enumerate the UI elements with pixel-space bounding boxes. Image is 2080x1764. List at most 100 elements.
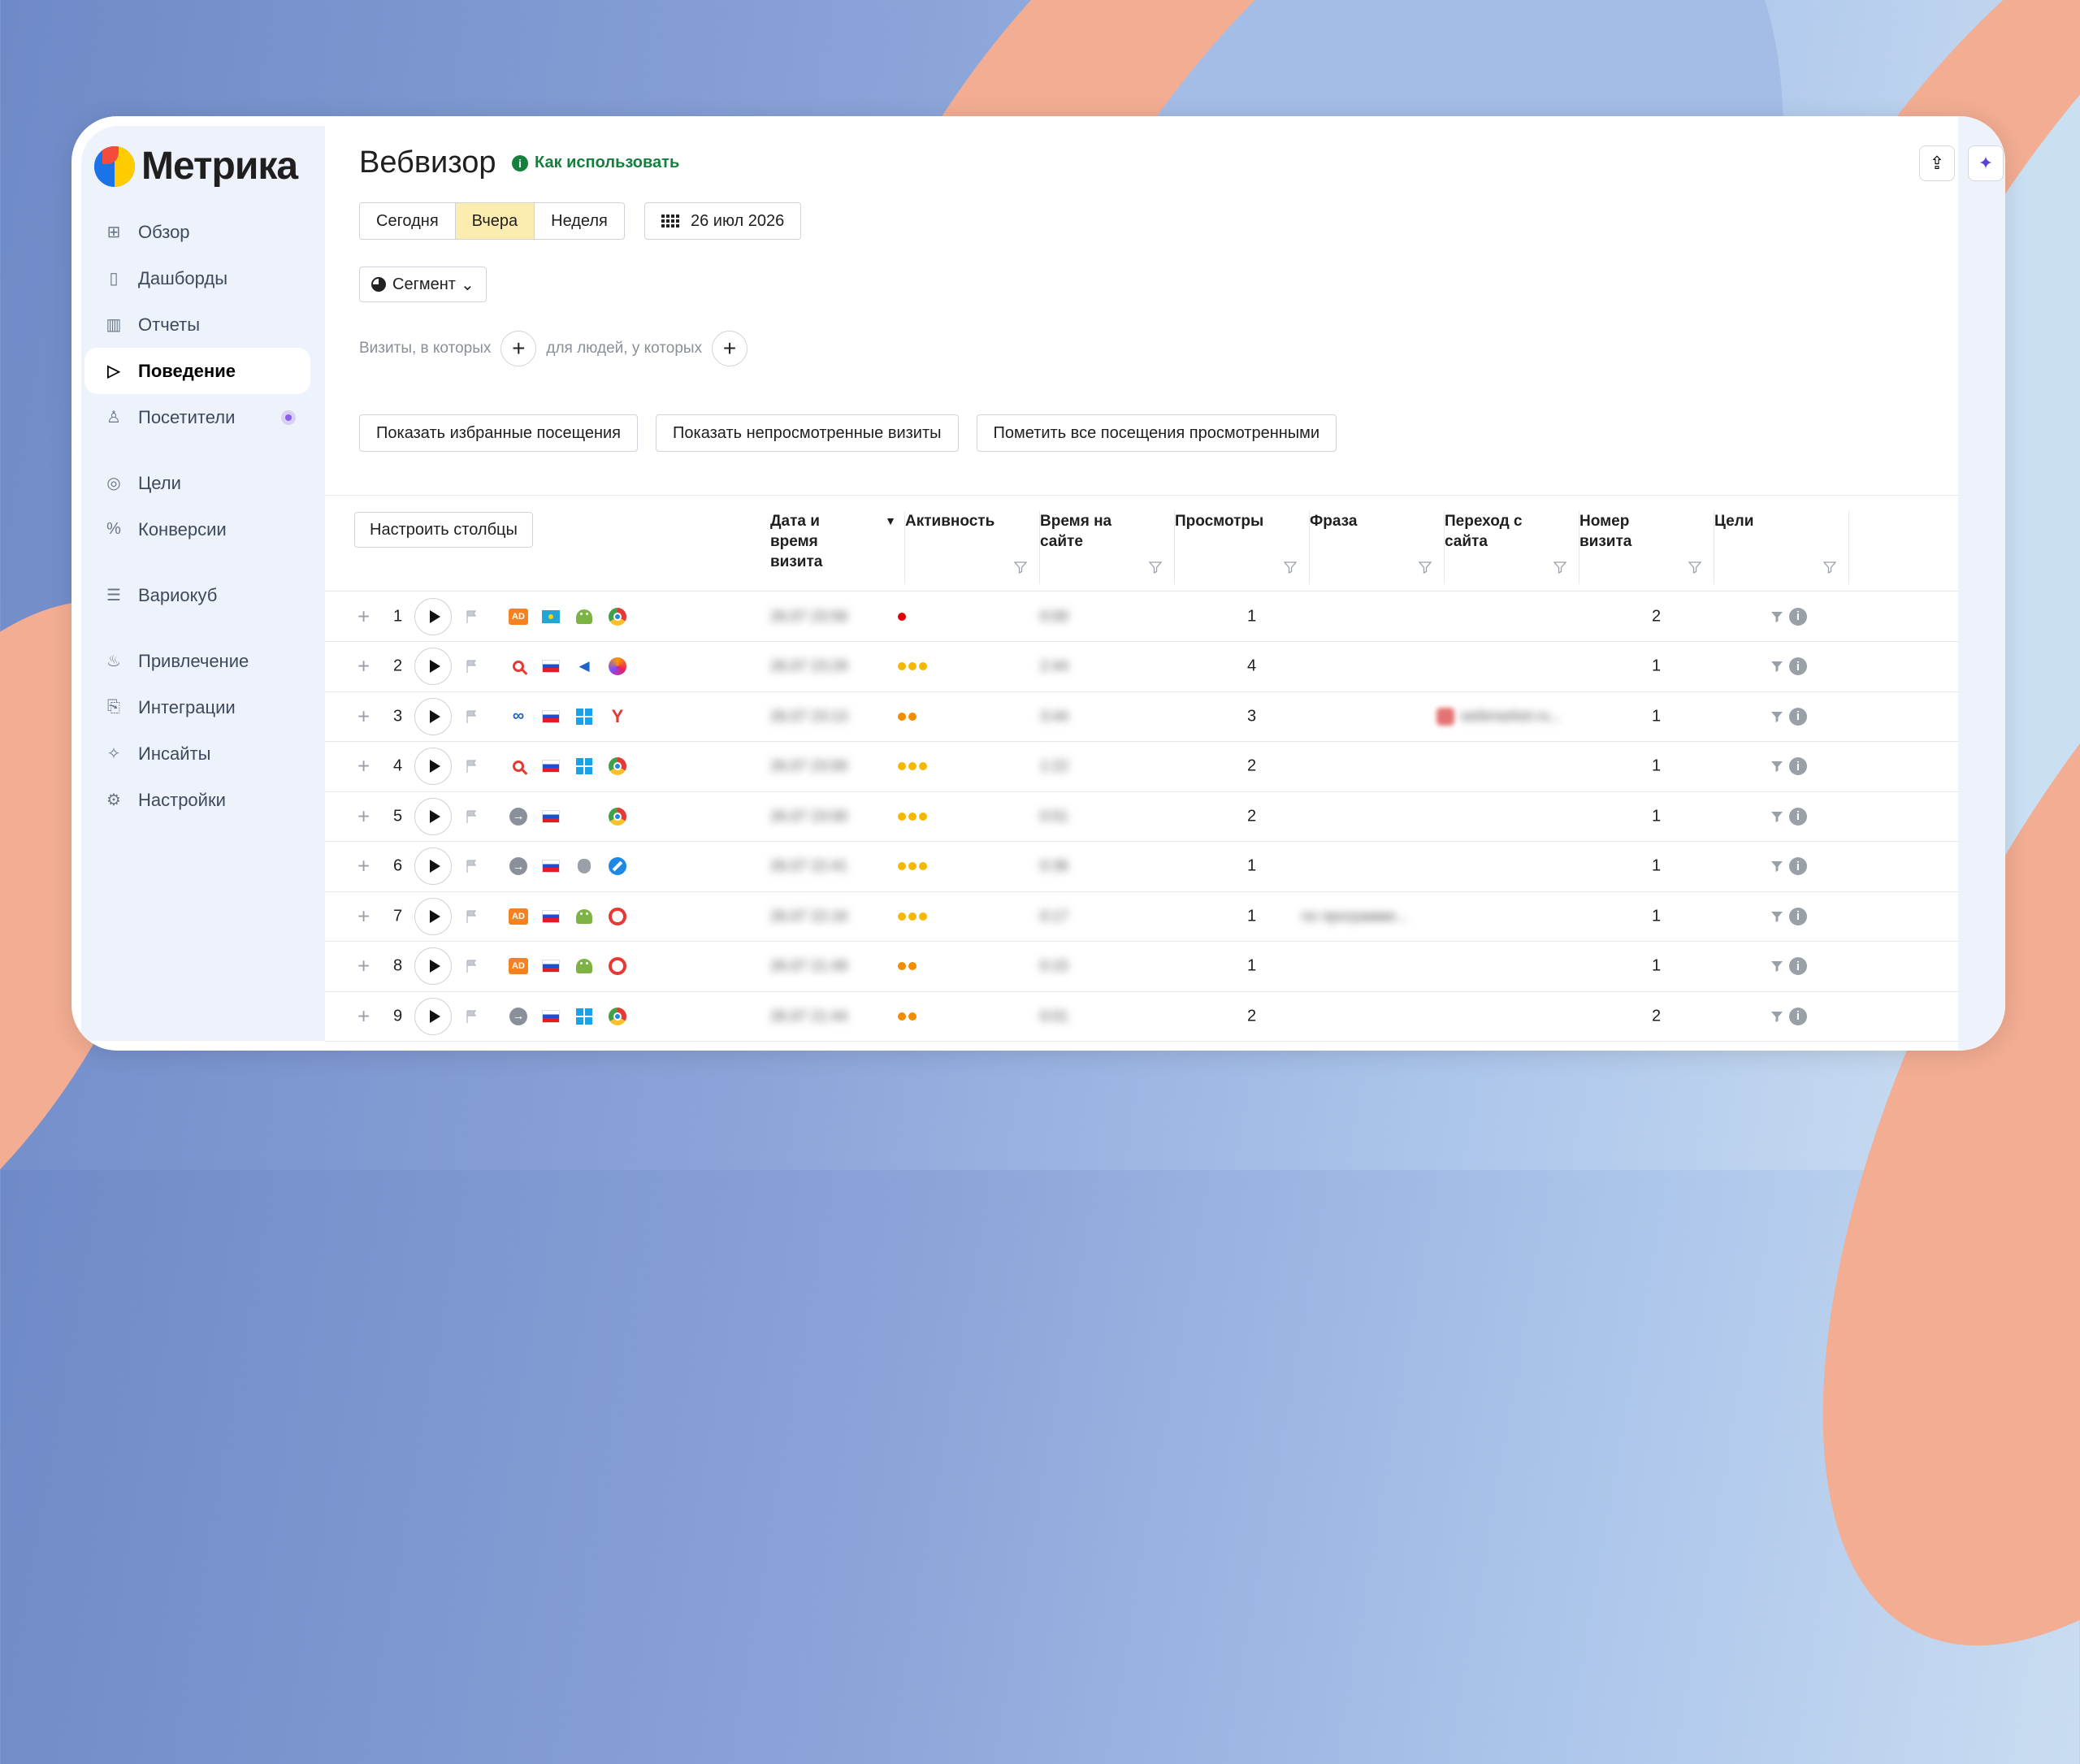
table-row[interactable]: +8 AD 26.07 21:49 0:15 1 1 i — [325, 942, 1958, 992]
row-info-icon[interactable]: i — [1789, 1007, 1807, 1025]
share-button[interactable]: ⇪ — [1919, 145, 1955, 181]
segment-button[interactable]: Сегмент ⌄ — [359, 267, 487, 302]
row-info-icon[interactable]: i — [1789, 907, 1807, 925]
expand-row-button[interactable]: + — [358, 704, 370, 729]
expand-row-button[interactable]: + — [358, 854, 370, 879]
flag-icon[interactable] — [465, 959, 478, 973]
row-info-icon[interactable]: i — [1789, 607, 1807, 626]
row-info-icon[interactable]: i — [1789, 857, 1807, 875]
sidebar-item[interactable]: ♨ Привлечение — [84, 638, 310, 684]
expand-row-button[interactable]: + — [358, 804, 370, 829]
flag-icon[interactable] — [465, 659, 478, 674]
logo[interactable]: Метрика — [94, 144, 298, 189]
play-recording-button[interactable] — [414, 748, 452, 785]
flag-icon[interactable] — [465, 1009, 478, 1024]
period-tab[interactable]: Сегодня — [360, 203, 456, 239]
sidebar-item[interactable]: ⎘ Интеграции — [84, 684, 310, 730]
filter-icon[interactable] — [1418, 560, 1432, 574]
play-recording-button[interactable] — [414, 597, 452, 635]
column-header[interactable]: Активность — [905, 511, 1040, 584]
table-row[interactable]: +7 AD 26.07 22:16 0:17 1 по программе... 1 i — [325, 891, 1958, 942]
filter-icon[interactable] — [1688, 560, 1702, 574]
play-recording-button[interactable] — [414, 797, 452, 835]
funnel-icon[interactable] — [1770, 959, 1784, 973]
expand-row-button[interactable]: + — [358, 1003, 370, 1029]
add-people-condition-button[interactable]: + — [712, 331, 748, 366]
expand-row-button[interactable]: + — [358, 754, 370, 779]
sidebar-item[interactable]: ✧ Инсайты — [84, 730, 310, 777]
flag-icon[interactable] — [465, 759, 478, 774]
flag-icon[interactable] — [465, 609, 478, 624]
play-recording-button[interactable] — [414, 997, 452, 1035]
play-recording-button[interactable] — [414, 697, 452, 735]
pie-icon — [371, 277, 386, 292]
column-header[interactable]: Фраза — [1310, 511, 1445, 584]
funnel-icon[interactable] — [1770, 1009, 1784, 1024]
funnel-icon[interactable] — [1770, 709, 1784, 724]
table-row[interactable]: +3 ∞ Y 26.07 23:13 3:44 3 webmarket.ru... 1 i — [325, 691, 1958, 742]
pageviews-count: 2 — [1247, 756, 1257, 775]
row-info-icon[interactable]: i — [1789, 707, 1807, 726]
funnel-icon[interactable] — [1770, 859, 1784, 873]
column-header[interactable]: Просмотры — [1175, 511, 1310, 584]
table-row[interactable]: +1 AD 26.07 23:56 0:00 1 2 i — [325, 592, 1958, 642]
sidebar-item[interactable]: ▥ Отчеты — [84, 301, 310, 348]
flag-icon[interactable] — [465, 809, 478, 824]
column-header[interactable]: Дата и время визита ▼ — [770, 511, 905, 584]
filter-icon[interactable] — [1553, 560, 1567, 574]
play-recording-button[interactable] — [414, 897, 452, 935]
flag-icon[interactable] — [465, 709, 478, 724]
referrer-cell[interactable]: webmarket.ru... — [1436, 707, 1562, 726]
show-favorites-button[interactable]: Показать избранные посещения — [359, 414, 639, 452]
sidebar-item[interactable]: ⊞ Обзор — [84, 209, 310, 255]
funnel-icon[interactable] — [1770, 759, 1784, 774]
funnel-icon[interactable] — [1770, 809, 1784, 824]
flag-icon[interactable] — [465, 859, 478, 873]
play-recording-button[interactable] — [414, 847, 452, 885]
funnel-icon[interactable] — [1770, 659, 1784, 674]
sidebar-item[interactable]: ☰ Вариокуб — [84, 572, 310, 618]
table-row[interactable]: +9 → 26.07 21:44 0:01 2 2 i — [325, 991, 1958, 1042]
table-row[interactable]: +4 26.07 23:00 1:22 2 1 i — [325, 742, 1958, 792]
expand-row-button[interactable]: + — [358, 904, 370, 929]
sidebar-item[interactable]: ▯ Дашборды — [84, 255, 310, 301]
sidebar-item[interactable]: % Конверсии — [84, 506, 310, 553]
configure-columns-button[interactable]: Настроить столбцы — [354, 512, 533, 548]
funnel-icon[interactable] — [1770, 609, 1784, 624]
date-picker-button[interactable]: 26 июл 2026 — [644, 202, 802, 240]
period-tab[interactable]: Неделя — [535, 203, 624, 239]
sidebar-item[interactable]: ▷ Поведение — [84, 348, 310, 394]
row-info-icon[interactable]: i — [1789, 657, 1807, 675]
column-header[interactable]: Переход с сайта — [1445, 511, 1580, 584]
column-header[interactable]: Время на сайте — [1040, 511, 1175, 584]
row-info-icon[interactable]: i — [1789, 757, 1807, 775]
show-unviewed-button[interactable]: Показать непросмотренные визиты — [656, 414, 959, 452]
sidebar-item[interactable]: ⚙ Настройки — [84, 777, 310, 823]
filter-icon[interactable] — [1822, 560, 1837, 574]
filter-icon[interactable] — [1013, 560, 1028, 574]
period-tab[interactable]: Вчера — [455, 203, 535, 239]
flag-icon[interactable] — [465, 909, 478, 924]
filter-icon[interactable] — [1148, 560, 1163, 574]
assistant-button[interactable]: ✦ — [1968, 145, 2004, 181]
filter-icon[interactable] — [1283, 560, 1298, 574]
column-header[interactable]: Цели — [1714, 511, 1849, 584]
expand-row-button[interactable]: + — [358, 954, 370, 979]
expand-row-button[interactable]: + — [358, 654, 370, 679]
row-info-icon[interactable]: i — [1789, 807, 1807, 826]
mark-all-viewed-button[interactable]: Пометить все посещения просмотренными — [976, 414, 1337, 452]
table-row[interactable]: +2 ◀ 26.07 23:29 2:44 4 1 i — [325, 642, 1958, 692]
play-recording-button[interactable] — [414, 947, 452, 985]
table-row[interactable]: +5 → 26.07 23:00 0:51 2 1 i — [325, 791, 1958, 842]
how-to-use-link[interactable]: i Как использовать — [512, 154, 679, 172]
row-info-icon[interactable]: i — [1789, 957, 1807, 975]
play-recording-button[interactable] — [414, 648, 452, 685]
sidebar-item[interactable]: ◎ Цели — [84, 460, 310, 506]
funnel-icon[interactable] — [1770, 909, 1784, 924]
expand-row-button[interactable]: + — [358, 604, 370, 629]
table-row[interactable]: +6 → 26.07 22:41 0:36 1 1 i — [325, 842, 1958, 892]
add-visit-condition-button[interactable]: + — [500, 331, 537, 366]
column-header[interactable]: Номер визита — [1580, 511, 1714, 584]
sidebar-item[interactable]: ♙ Посетители — [84, 394, 310, 440]
sort-desc-icon[interactable]: ▼ — [885, 511, 896, 531]
